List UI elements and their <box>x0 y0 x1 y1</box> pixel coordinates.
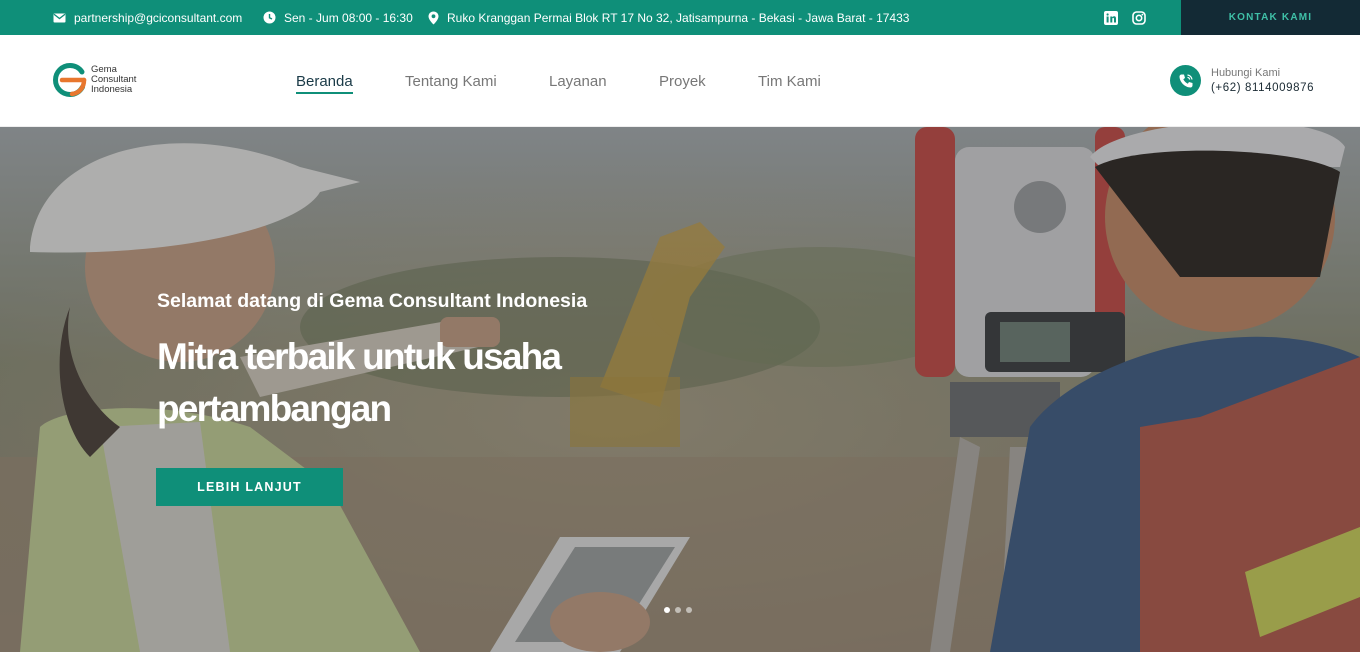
nav-item-tentang-kami[interactable]: Tentang Kami <box>405 73 497 90</box>
hero-subtitle: Selamat datang di Gema Consultant Indone… <box>157 290 588 312</box>
nav-item-beranda[interactable]: Beranda <box>296 73 353 94</box>
hours-text: Sen - Jum 08:00 - 16:30 <box>284 10 413 25</box>
logo-line-3: Indonesia <box>91 84 133 95</box>
slider-dot-2[interactable] <box>675 607 681 613</box>
call-contact[interactable]: Hubungi Kami (+62) 8114009876 <box>1170 65 1314 96</box>
nav-item-proyek[interactable]: Proyek <box>659 73 706 90</box>
hero-banner: Selamat datang di Gema Consultant Indone… <box>0 127 1360 652</box>
logo[interactable]: Gema Consultant Indonesia <box>53 63 136 97</box>
instagram-icon[interactable] <box>1132 10 1146 25</box>
location-pin-icon <box>428 11 439 24</box>
contact-us-button[interactable]: KONTAK KAMI <box>1181 0 1360 35</box>
logo-text: Gema Consultant Indonesia <box>91 65 136 95</box>
address-item: Ruko Kranggan Permai Blok RT 17 No 32, J… <box>428 0 909 35</box>
address-text: Ruko Kranggan Permai Blok RT 17 No 32, J… <box>447 10 910 25</box>
clock-icon <box>263 11 276 24</box>
email-icon <box>53 13 66 22</box>
hours-item: Sen - Jum 08:00 - 16:30 <box>263 0 413 35</box>
email-text[interactable]: partnership@gciconsultant.com <box>74 11 242 25</box>
email-item[interactable]: partnership@gciconsultant.com <box>53 0 242 35</box>
learn-more-button[interactable]: LEBIH LANJUT <box>156 468 343 506</box>
social-links <box>1104 0 1146 35</box>
logo-mark-icon <box>53 63 87 97</box>
nav-item-layanan[interactable]: Layanan <box>549 73 607 90</box>
call-label: Hubungi Kami <box>1211 66 1281 79</box>
site-header: Gema Consultant Indonesia Beranda Tentan… <box>0 35 1360 127</box>
call-phone[interactable]: (+62) 8114009876 <box>1211 80 1314 96</box>
top-bar: partnership@gciconsultant.com Sen - Jum … <box>0 0 1360 35</box>
slider-dot-3[interactable] <box>686 607 692 613</box>
phone-icon <box>1170 65 1201 96</box>
slider-dot-1[interactable] <box>664 607 670 613</box>
nav-item-tim-kami[interactable]: Tim Kami <box>758 73 821 90</box>
slider-dots <box>664 607 692 613</box>
linkedin-icon[interactable] <box>1104 10 1118 25</box>
hero-title: Mitra terbaik untuk usaha pertambangan <box>157 336 562 429</box>
